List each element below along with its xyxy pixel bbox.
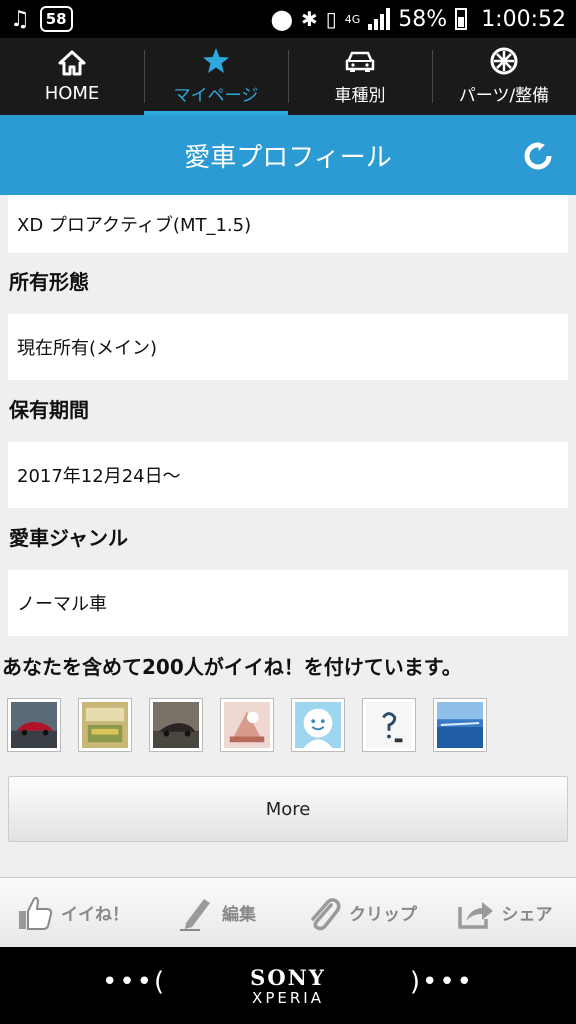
more-button[interactable]: More [8,776,568,842]
model-logo: XPERIA [252,989,324,1007]
top-tab-bar: HOME マイページ 車種別 パーツ/整備 [0,38,576,115]
likers-list [7,698,487,752]
brand-logo: SONY [250,965,326,990]
liker-avatar[interactable] [220,698,274,752]
period-field: 2017年12月24日～ [8,442,568,508]
system-nav-bar: •••( SONY XPERIA )••• [0,947,576,1024]
clip-label: クリップ [349,905,417,925]
clock: 1:00:52 [481,6,566,32]
liker-avatar[interactable] [149,698,203,752]
paperclip-icon [311,897,341,930]
period-label: 保有期間 [9,398,89,422]
nav-menu-button[interactable]: )••• [410,967,474,997]
share-icon [457,901,493,929]
bluetooth-icon: ✱ [300,7,318,31]
tab-mypage[interactable]: マイページ [144,38,288,115]
like-button[interactable]: イイね！ [0,893,144,933]
tab-parts[interactable]: パーツ/整備 [432,38,576,115]
ownership-value: 現在所有(メイン) [17,338,158,359]
location-icon: ⬤ [270,7,293,31]
like-label: イイね！ [61,905,129,925]
liker-avatar[interactable] [78,698,132,752]
genre-field: ノーマル車 [8,570,568,636]
liker-avatar[interactable] [7,698,61,752]
profile-content[interactable]: XD プロアクティブ(MT_1.5) 所有形態 現在所有(メイン) 保有期間 2… [0,195,576,877]
tab-car-model-label: 車種別 [334,86,386,106]
page-header: 愛車プロフィール [0,115,576,195]
car-icon [345,47,375,75]
music-icon: ♫ [10,6,30,32]
home-icon [58,49,86,77]
tab-home[interactable]: HOME [0,38,144,115]
liker-avatar[interactable] [433,698,487,752]
grade-field: XD プロアクティブ(MT_1.5) [8,195,568,253]
network-type: 4G [344,12,361,26]
edit-label: 編集 [222,905,256,925]
grade-value: XD プロアクティブ(MT_1.5) [17,215,252,236]
refresh-icon[interactable] [524,142,552,170]
ownership-field: 現在所有(メイン) [8,314,568,380]
tab-parts-label: パーツ/整備 [458,86,550,106]
genre-value: ノーマル車 [17,594,107,615]
action-bar: イイね！ 編集 クリップ シェア [0,877,576,947]
share-button[interactable]: シェア [432,893,576,933]
tab-mypage-label: マイページ [173,86,259,106]
thumbs-up-icon [19,896,53,930]
notification-badge: 58 [39,6,73,32]
vibrate-icon: ▯ [325,7,337,31]
status-bar: ♫ 58 ⬤ ✱ ▯ 4G 58% 1:00:52 [0,0,576,38]
star-icon [202,47,230,75]
clip-button[interactable]: クリップ [288,893,432,933]
genre-label: 愛車ジャンル [9,526,128,550]
liker-avatar[interactable] [291,698,345,752]
tab-home-label: HOME [44,83,100,104]
likes-summary: あなたを含めて200人がイイね！を付けています。 [2,655,462,679]
battery-icon [455,8,468,30]
edit-button[interactable]: 編集 [144,893,288,933]
period-value: 2017年12月24日～ [17,466,181,487]
pen-icon [180,898,210,931]
share-label: シェア [501,905,553,925]
page-title: 愛車プロフィール [184,142,392,173]
ownership-label: 所有形態 [9,270,89,294]
battery-percent: 58% [398,6,448,32]
signal-icon [368,8,391,30]
liker-avatar[interactable] [362,698,416,752]
wheel-icon [490,47,518,75]
tab-car-model[interactable]: 車種別 [288,38,432,115]
